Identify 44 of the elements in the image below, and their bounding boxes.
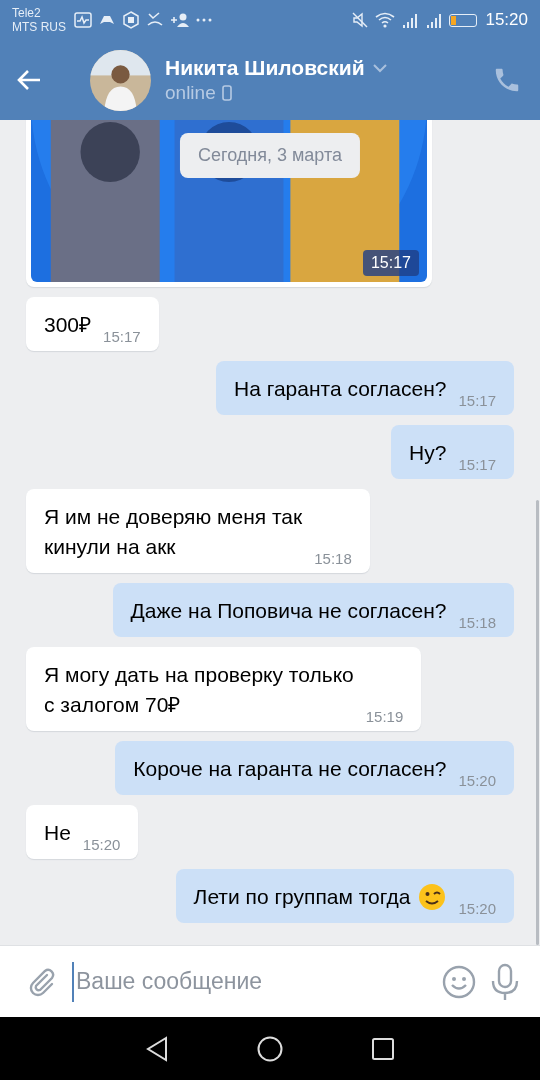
more-icon	[196, 18, 212, 22]
message-text: Лети по группам тогда	[193, 884, 411, 910]
scrollbar[interactable]	[536, 500, 539, 945]
activity-icon	[74, 12, 92, 28]
message-time: 15:18	[313, 550, 352, 567]
signal-icon	[425, 12, 444, 28]
message-text: На гаранта согласен?	[234, 376, 447, 402]
recent-apps-icon[interactable]	[371, 1036, 395, 1061]
message-time: 15:19	[364, 708, 404, 725]
online-status: online	[165, 82, 216, 104]
carrier-name: MTS RUS	[12, 20, 66, 34]
message-time: 15:20	[457, 900, 496, 917]
mobile-phone-icon	[221, 85, 232, 101]
battery-icon	[449, 13, 478, 27]
clock: 15:20	[485, 10, 528, 30]
message-text: Ну?	[409, 440, 447, 466]
message-time: 15:17	[362, 250, 419, 276]
home-icon[interactable]	[257, 1035, 283, 1062]
chevron-down-icon[interactable]	[372, 63, 387, 73]
message-text: Я могу дать на проверку только с залогом 70₽	[44, 662, 354, 718]
message-text: Короче на гаранта не согласен?	[133, 756, 447, 782]
message-time: 15:17	[102, 328, 141, 345]
message-time: 15:18	[457, 614, 496, 631]
message-time: 15:17	[457, 456, 496, 473]
contact-name[interactable]: Никита Шиловский	[165, 56, 365, 80]
wifi-icon	[375, 12, 396, 28]
microphone-icon[interactable]	[490, 962, 520, 1001]
message-input[interactable]: Ваше сообщение	[72, 961, 428, 1002]
hexagon-icon	[122, 11, 140, 29]
back-icon[interactable]	[145, 1035, 169, 1062]
date-badge: Сегодня, 3 марта	[179, 133, 361, 178]
mute-icon	[351, 11, 370, 29]
smiley-icon[interactable]	[442, 964, 476, 999]
message-text: Я им не доверяю меня так кинули на акк	[44, 504, 303, 560]
carrier-name: Tele2	[12, 6, 42, 20]
add-contact-icon	[170, 12, 190, 28]
message-time: 15:20	[81, 836, 121, 853]
message-time: 15:17	[457, 392, 496, 409]
message-time: 15:20	[457, 772, 496, 789]
message-text: 300₽	[44, 312, 92, 338]
message-text: Не	[44, 820, 71, 846]
avatar[interactable]	[90, 49, 151, 111]
signal-icon	[401, 12, 420, 28]
message-text: Даже на Поповича не согласен?	[130, 598, 447, 624]
